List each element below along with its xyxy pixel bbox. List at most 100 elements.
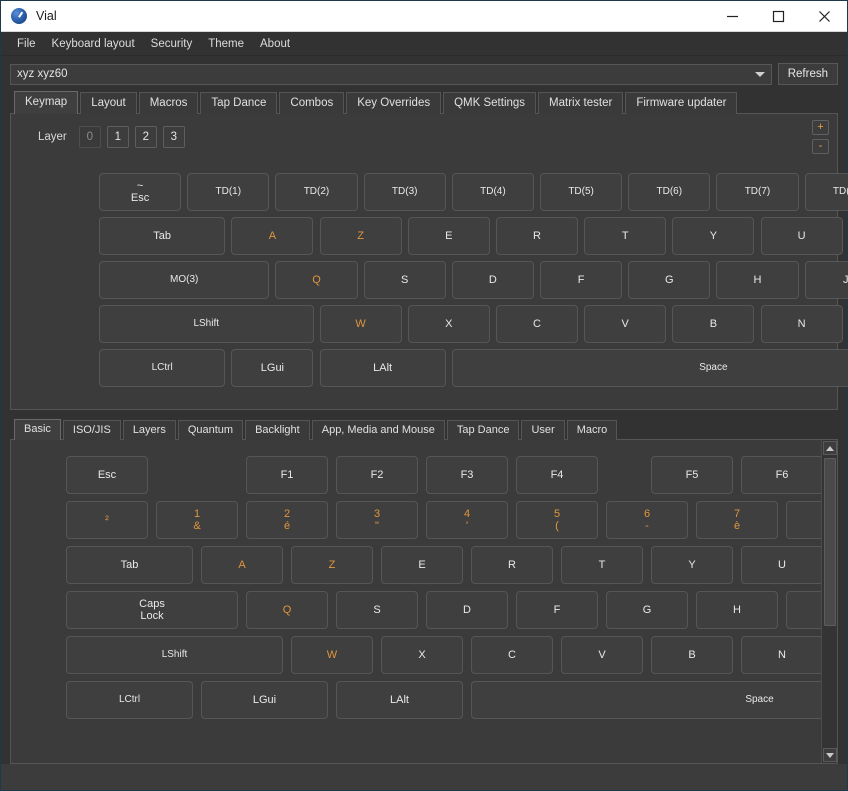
close-button[interactable] [801, 1, 847, 32]
key-q[interactable]: Q [275, 261, 357, 299]
key-2[interactable]: 2é [246, 501, 328, 539]
key-f5[interactable]: F5 [651, 456, 733, 494]
key-lshift[interactable]: LShift [66, 636, 283, 674]
key-lshift[interactable]: LShift [99, 305, 314, 343]
menu-about[interactable]: About [252, 35, 298, 53]
layer-button-0[interactable]: 0 [79, 126, 101, 148]
key-tab[interactable]: Tab [66, 546, 193, 584]
key-td(8)[interactable]: TD(8) [805, 173, 848, 211]
key-caps-lock[interactable]: CapsLock [66, 591, 238, 629]
key-td(1)[interactable]: TD(1) [187, 173, 269, 211]
tab-matrix-tester[interactable]: Matrix tester [538, 92, 623, 114]
key-3[interactable]: 3" [336, 501, 418, 539]
key-tab-app-media-and-mouse[interactable]: App, Media and Mouse [312, 420, 445, 440]
key-esc[interactable]: Esc [66, 456, 148, 494]
key-tab-quantum[interactable]: Quantum [178, 420, 243, 440]
key-tab-tap-dance[interactable]: Tap Dance [447, 420, 520, 440]
key-x[interactable]: X [408, 305, 490, 343]
key-6[interactable]: 6- [606, 501, 688, 539]
minimize-button[interactable] [709, 1, 755, 32]
key-q[interactable]: Q [246, 591, 328, 629]
key-x[interactable]: X [381, 636, 463, 674]
menu-file[interactable]: File [9, 35, 44, 53]
zoom-in-button[interactable]: + [812, 120, 829, 135]
key-space[interactable]: Space [471, 681, 821, 719]
key-d[interactable]: D [452, 261, 534, 299]
key-z[interactable]: Z [320, 217, 402, 255]
key-td(4)[interactable]: TD(4) [452, 173, 534, 211]
key-c[interactable]: C [496, 305, 578, 343]
key-n[interactable]: N [741, 636, 821, 674]
layer-button-1[interactable]: 1 [107, 126, 129, 148]
key-td(7)[interactable]: TD(7) [716, 173, 798, 211]
key-z[interactable]: Z [291, 546, 373, 584]
key-u[interactable]: U [741, 546, 821, 584]
key-g[interactable]: G [606, 591, 688, 629]
key-a[interactable]: A [201, 546, 283, 584]
key-w[interactable]: W [291, 636, 373, 674]
zoom-out-button[interactable]: - [812, 139, 829, 154]
layer-button-2[interactable]: 2 [135, 126, 157, 148]
refresh-button[interactable]: Refresh [778, 63, 838, 85]
key-r[interactable]: R [471, 546, 553, 584]
key-f3[interactable]: F3 [426, 456, 508, 494]
tab-combos[interactable]: Combos [279, 92, 344, 114]
key-tab-user[interactable]: User [521, 420, 564, 440]
key-td(3)[interactable]: TD(3) [364, 173, 446, 211]
tab-layout[interactable]: Layout [80, 92, 137, 114]
key-j[interactable]: J [805, 261, 848, 299]
key-tab-iso-jis[interactable]: ISO/JIS [63, 420, 121, 440]
key-g[interactable]: G [628, 261, 710, 299]
key-f[interactable]: F [540, 261, 622, 299]
key-5-([interactable]: 5( [516, 501, 598, 539]
key-v[interactable]: V [584, 305, 666, 343]
key-mo(3)[interactable]: MO(3) [99, 261, 269, 299]
key-b[interactable]: B [672, 305, 754, 343]
key-e[interactable]: E [408, 217, 490, 255]
scrollbar-thumb[interactable] [824, 458, 836, 626]
key-tab[interactable]: Tab [99, 217, 225, 255]
scroll-up-arrow-icon[interactable] [823, 441, 837, 455]
key-td(6)[interactable]: TD(6) [628, 173, 710, 211]
key-y[interactable]: Y [672, 217, 754, 255]
key-r[interactable]: R [496, 217, 578, 255]
key-space[interactable]: Space [452, 349, 848, 387]
tab-key-overrides[interactable]: Key Overrides [346, 92, 441, 114]
key-tab-basic[interactable]: Basic [14, 419, 61, 440]
key-f[interactable]: F [516, 591, 598, 629]
key-e[interactable]: E [381, 546, 463, 584]
key-h[interactable]: H [716, 261, 798, 299]
key-n[interactable]: N [761, 305, 843, 343]
key-8[interactable]: 8_ [786, 501, 821, 539]
key-td(2)[interactable]: TD(2) [275, 173, 357, 211]
tab-keymap[interactable]: Keymap [14, 91, 78, 114]
key-a[interactable]: A [231, 217, 313, 255]
device-select[interactable]: xyz xyz60 [10, 64, 772, 85]
key-t[interactable]: T [584, 217, 666, 255]
scroll-down-arrow-icon[interactable] [823, 748, 837, 762]
key-v[interactable]: V [561, 636, 643, 674]
key-lgui[interactable]: LGui [201, 681, 328, 719]
key-picker-scrollbar[interactable] [821, 440, 837, 763]
key-f4[interactable]: F4 [516, 456, 598, 494]
key-c[interactable]: C [471, 636, 553, 674]
key-h[interactable]: H [696, 591, 778, 629]
key-f2[interactable]: F2 [336, 456, 418, 494]
key-lalt[interactable]: LAlt [320, 349, 446, 387]
menu-security[interactable]: Security [143, 35, 201, 53]
maximize-button[interactable] [755, 1, 801, 32]
key-tab-backlight[interactable]: Backlight [245, 420, 310, 440]
key-4[interactable]: 4' [426, 501, 508, 539]
key-7[interactable]: 7è [696, 501, 778, 539]
key-y[interactable]: Y [651, 546, 733, 584]
key-lctrl[interactable]: LCtrl [99, 349, 225, 387]
tab-macros[interactable]: Macros [139, 92, 199, 114]
layer-button-3[interactable]: 3 [163, 126, 185, 148]
key-esc[interactable]: ~Esc [99, 173, 181, 211]
key-f1[interactable]: F1 [246, 456, 328, 494]
key-td(5)[interactable]: TD(5) [540, 173, 622, 211]
key-lalt[interactable]: LAlt [336, 681, 463, 719]
tab-qmk-settings[interactable]: QMK Settings [443, 92, 536, 114]
key-w[interactable]: W [320, 305, 402, 343]
key-s[interactable]: S [364, 261, 446, 299]
